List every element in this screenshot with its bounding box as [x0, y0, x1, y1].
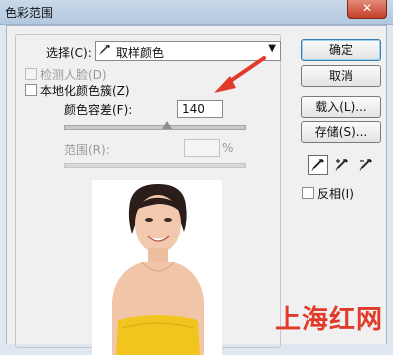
annotation-arrow	[214, 56, 266, 93]
watermark-text: 上海红网	[274, 305, 383, 335]
